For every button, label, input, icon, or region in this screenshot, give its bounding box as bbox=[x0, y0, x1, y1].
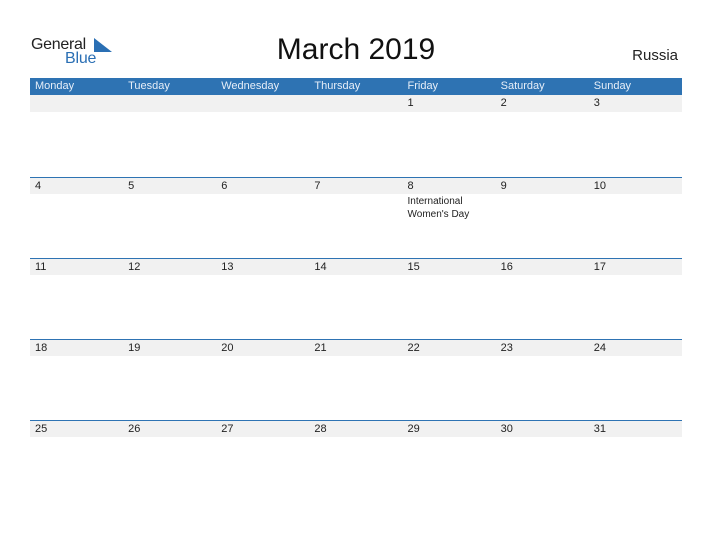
week-row-5: 25 26 27 28 29 30 31 bbox=[30, 420, 682, 501]
weekday-friday: Friday bbox=[407, 80, 439, 92]
day-cell: 1 bbox=[407, 97, 414, 109]
weekday-sunday: Sunday bbox=[593, 80, 632, 92]
week-row-3: 11 12 13 14 15 16 17 bbox=[30, 258, 682, 339]
day-cell: 2 bbox=[500, 97, 507, 109]
day-cell: 10 bbox=[593, 180, 606, 192]
week-row-1: 1 2 3 bbox=[30, 95, 682, 177]
day-cell: 4 bbox=[35, 180, 42, 192]
day-cell: 9 bbox=[500, 180, 507, 192]
day-cell: 17 bbox=[593, 261, 606, 273]
country-label: Russia bbox=[632, 47, 678, 64]
day-cell: 5 bbox=[128, 180, 135, 192]
day-cell bbox=[309, 95, 402, 112]
day-cell: 8 bbox=[407, 180, 414, 192]
day-cell: 7 bbox=[314, 180, 321, 192]
weekday-monday: Monday bbox=[35, 80, 75, 92]
day-cell bbox=[216, 95, 309, 112]
day-cell bbox=[30, 95, 123, 112]
weekday-saturday: Saturday bbox=[500, 80, 545, 92]
day-cell: 14 bbox=[314, 261, 327, 273]
day-cell: 15 bbox=[407, 261, 420, 273]
day-cell: 21 bbox=[314, 342, 327, 354]
event-cell bbox=[309, 194, 402, 221]
day-cell: 24 bbox=[593, 342, 606, 354]
day-cell: 23 bbox=[500, 342, 513, 354]
day-cell: 19 bbox=[128, 342, 141, 354]
weekday-wednesday: Wednesday bbox=[221, 80, 280, 92]
event-cell bbox=[496, 194, 589, 221]
weekday-thursday: Thursday bbox=[314, 80, 361, 92]
weekday-tuesday: Tuesday bbox=[128, 80, 170, 92]
day-cell: 6 bbox=[221, 180, 228, 192]
calendar-grid: Monday Tuesday Wednesday Thursday Friday… bbox=[30, 78, 682, 501]
event-cell bbox=[216, 194, 309, 221]
week-row-4: 18 19 20 21 22 23 24 bbox=[30, 339, 682, 420]
day-cell: 30 bbox=[500, 423, 513, 435]
calendar-title: March 2019 bbox=[276, 33, 436, 66]
day-cell: 25 bbox=[35, 423, 48, 435]
day-cell: 13 bbox=[221, 261, 234, 273]
day-cell: 18 bbox=[35, 342, 48, 354]
week-row-2: 4 5 6 7 8 9 10 International Women's Day bbox=[30, 177, 682, 258]
day-cell: 28 bbox=[314, 423, 327, 435]
day-cell: 27 bbox=[221, 423, 234, 435]
day-cell: 12 bbox=[128, 261, 141, 273]
day-cell: 3 bbox=[593, 97, 600, 109]
day-cell: 16 bbox=[500, 261, 513, 273]
event-cell bbox=[30, 194, 123, 221]
day-cell: 29 bbox=[407, 423, 420, 435]
event-cell bbox=[123, 194, 216, 221]
weekday-header: Monday Tuesday Wednesday Thursday Friday… bbox=[30, 78, 682, 95]
day-cell: 22 bbox=[407, 342, 420, 354]
day-cell bbox=[123, 95, 216, 112]
holiday-international-womens-day: International Women's Day bbox=[407, 196, 470, 220]
day-cell: 26 bbox=[128, 423, 141, 435]
day-cell: 20 bbox=[221, 342, 234, 354]
day-cell: 11 bbox=[35, 261, 47, 273]
event-cell bbox=[589, 194, 682, 221]
day-cell: 31 bbox=[593, 423, 606, 435]
